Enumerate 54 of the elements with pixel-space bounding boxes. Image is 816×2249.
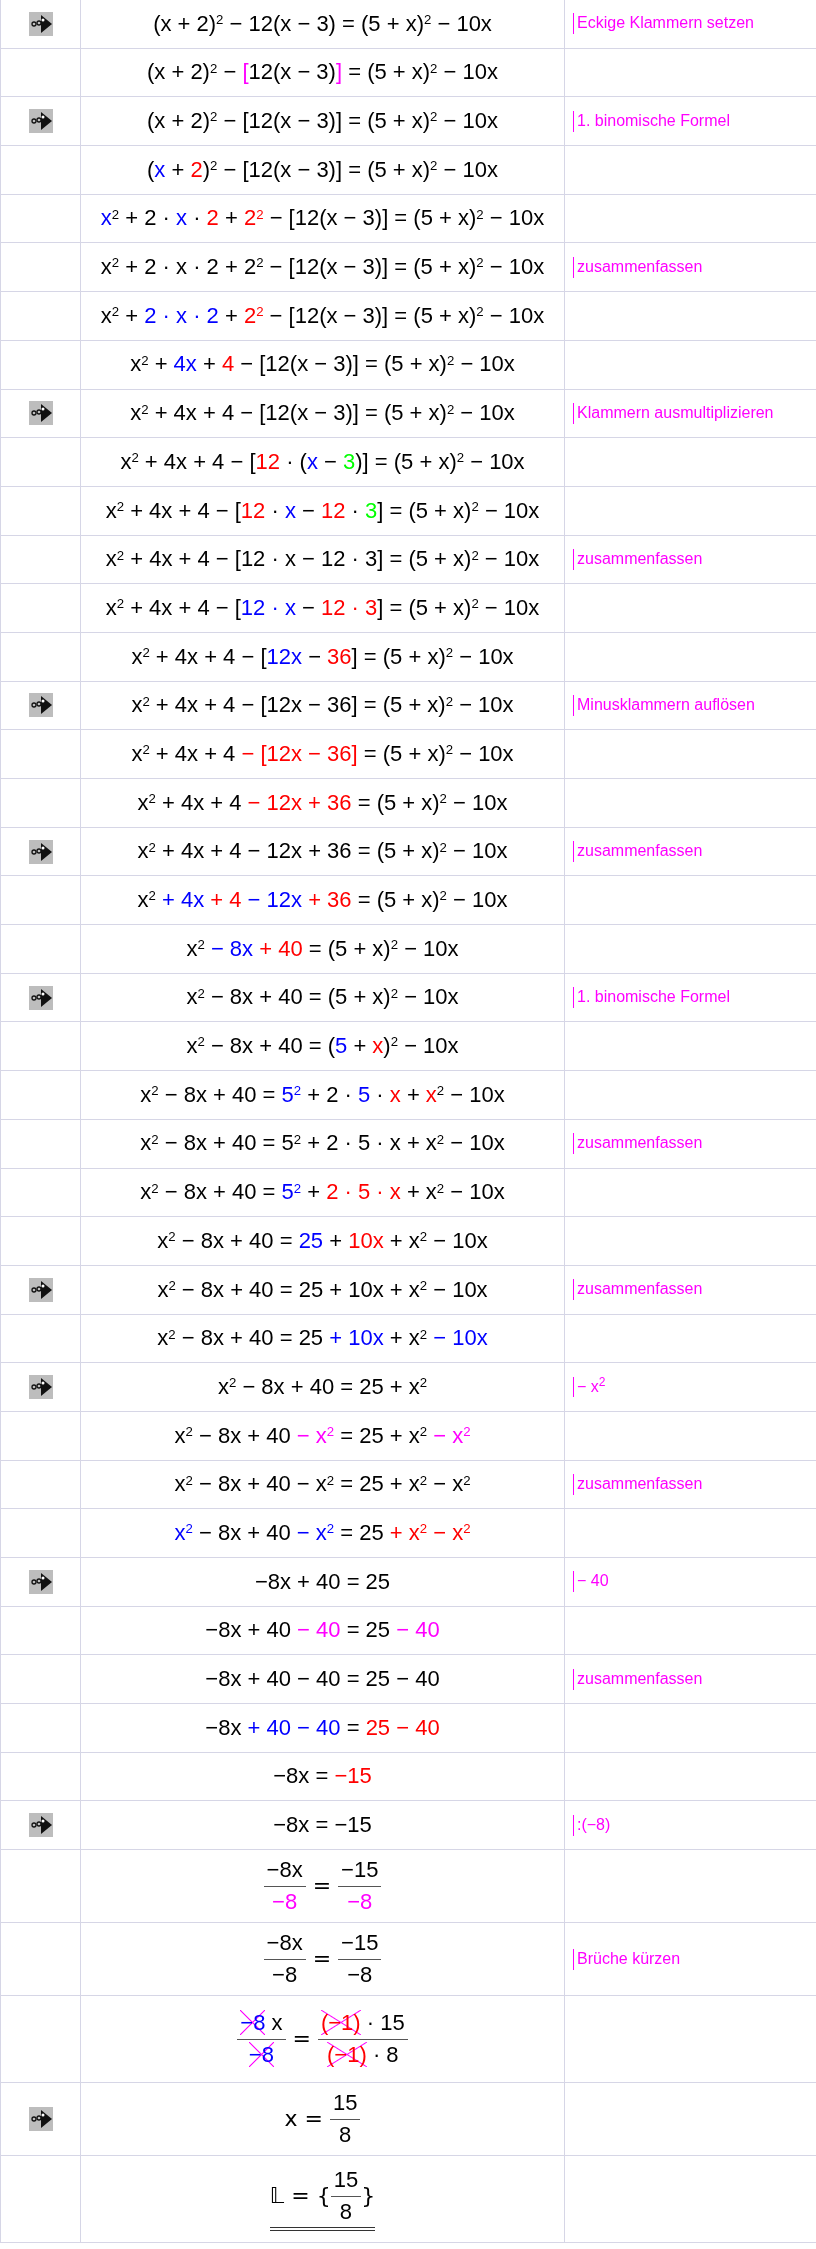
equation: x$^{2}$ + 2 · x · 2 + 2$^{2}$ − [12(x − 3)] = (5 + x)$^{2}$ − 10x: [100, 205, 545, 232]
equation: −8x + 40 − 40 = 25 − 40: [205, 1666, 440, 1693]
equation: −8x + 40 − 40 = 25 − 40: [205, 1617, 440, 1644]
equation: x$^{2}$ − 8x + 40 = (5 + x)$^{2}$ − 10x: [186, 935, 459, 963]
step-note: zusammenfassen: [573, 1279, 703, 1301]
equation: x$^{2}$ + 4x + 4 − [12x − 36] = (5 + x)$^{2}$ − 10x: [131, 740, 514, 768]
equation: −8x + 40 = 25: [254, 1568, 391, 1596]
equation: x$^{2}$ − 8x + 40 = 5$^{2}$ + 2 · 5 · x + x$^{2}$ − 10x: [140, 1081, 505, 1109]
equation: x$^{2}$ − 8x + 40 = 25 + x$^{2}$: [217, 1373, 428, 1401]
step-note: zusammenfassen: [573, 1133, 703, 1155]
step-note: zusammenfassen: [573, 549, 703, 570]
equation: −8x + 40 − 40 = 25 − 40: [205, 1714, 440, 1742]
equation: x$^{2}$ + 2 · x · 2 + 2$^{2}$ − [12(x − 3)] = (5 + x)$^{2}$ − 10x: [100, 302, 545, 330]
equation: x$^{2}$ + 4x + 4 − [12x − 36] = (5 + x)$^{2}$ − 10x: [131, 643, 514, 670]
step-note: Eckige Klammern setzen: [573, 13, 754, 35]
step-note: zusammenfassen: [573, 841, 703, 862]
step-note: 1. binomische Formel: [573, 987, 730, 1008]
equation: x$^{2}$ − 8x + 40 = 25 + 10x + x$^{2}$ − 10x: [157, 1325, 488, 1352]
equation: x$^{2}$ + 2 · x · 2 + 2$^{2}$ − [12(x − 3)] = (5 + x)$^{2}$ − 10x: [100, 254, 545, 281]
equation: x$^{2}$ + 4x + 4 − 12x + 36 = (5 + x)$^{2}$ − 10x: [137, 838, 508, 865]
equation: x$^{2}$ − 8x + 40 − x$^{2}$ = 25 + x$^{2}$ − x$^{2}$: [174, 1422, 471, 1449]
step-note: zusammenfassen: [573, 1474, 703, 1495]
equation: x$^{2}$ + 4x + 4 − [12 · x − 12 · 3] = (5 + x)$^{2}$ − 10x: [105, 546, 540, 573]
equation: x$^{2}$ − 8x + 40 = (5 + x)$^{2}$ − 10x: [186, 1033, 459, 1060]
equation: x$^{2}$ − 8x + 40 = 5$^{2}$ + 2 · 5 · x + x$^{2}$ − 10x: [140, 1130, 505, 1157]
step-note: :(−8): [573, 1814, 611, 1836]
equation: x$^{2}$ + 4x + 4 − 12x + 36 = (5 + x)$^{2}$ − 10x: [137, 789, 508, 817]
equation: x$^{2}$ + 4x + 4 − [12 · x − 12 · 3] = (5 + x)$^{2}$ − 10x: [105, 594, 540, 622]
equation: x$^{2}$ + 4x + 4 − [12 · (x − 3)] = (5 + x)$^{2}$ − 10x: [120, 448, 525, 476]
step-note: Minusklammern auflösen: [573, 695, 755, 716]
step-note: 1. binomische Formel: [573, 110, 730, 132]
step-note: zusammenfassen: [573, 256, 703, 278]
equation: (x + 2)$^{2}$ − [12(x − 3)] = (5 + x)$^{2}$ − 10x: [147, 156, 498, 184]
step-note: Klammern ausmultiplizieren: [573, 402, 774, 424]
equation: x$^{2}$ + 4x + 4 − [12 · x − 12 · 3] = (5 + x)$^{2}$ − 10x: [105, 497, 540, 524]
equation: x$^{2}$ − 8x + 40 = 5$^{2}$ + 2 · 5 · x + x$^{2}$ − 10x: [140, 1179, 505, 1206]
equation: x$^{2}$ − 8x + 40 − x$^{2}$ = 25 + x$^{2}$ − x$^{2}$: [174, 1471, 471, 1498]
equation: x$^{2}$ − 8x + 40 = 25 + 10x + x$^{2}$ − 10x: [157, 1227, 488, 1255]
equation: x$^{2}$ + 4x + 4 − [12(x − 3)] = (5 + x)$^{2}$ − 10x: [130, 351, 515, 378]
equation: −8x = −15: [273, 1763, 372, 1790]
equation: (x + 2)$^{2}$ − [12(x − 3)] = (5 + x)$^{2}$ − 10x: [147, 59, 498, 86]
equation: (x + 2)$^{2}$ − [12(x − 3)] = (5 + x)$^{2}$ − 10x: [147, 108, 498, 135]
equation: x$^{2}$ + 4x + 4 − 12x + 36 = (5 + x)$^{2}$ − 10x: [137, 887, 508, 914]
equation: (x + 2)$^{2}$ − 12(x − 3) = (5 + x)$^{2}$ − 10x: [153, 10, 492, 38]
equation: x$^{2}$ + 4x + 4 − [12(x − 3)] = (5 + x)$^{2}$ − 10x: [130, 400, 515, 427]
equation: x$^{2}$ + 4x + 4 − [12x − 36] = (5 + x)$^{2}$ − 10x: [131, 692, 514, 719]
step-note: − x$^{2}$: [573, 1376, 606, 1398]
equation: −8x = −15: [273, 1812, 372, 1839]
step-note: zusammenfassen: [573, 1668, 703, 1690]
equation: x$^{2}$ − 8x + 40 = 25 + 10x + x$^{2}$ − 10x: [157, 1276, 488, 1303]
step-note: Brüche kürzen: [573, 1948, 681, 1970]
equation: x$^{2}$ − 8x + 40 − x$^{2}$ = 25 + x$^{2}$ − x$^{2}$: [174, 1519, 471, 1547]
step-note: − 40: [573, 1571, 609, 1593]
equation: x$^{2}$ − 8x + 40 = (5 + x)$^{2}$ − 10x: [186, 984, 459, 1011]
